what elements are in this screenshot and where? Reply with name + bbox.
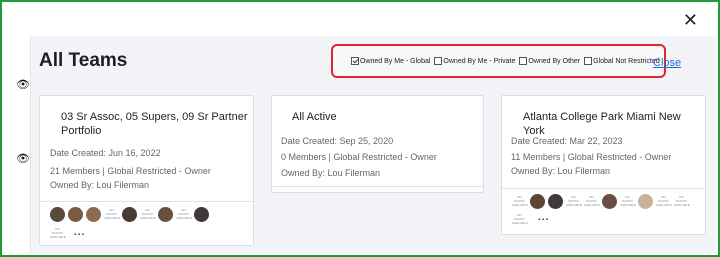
date-created: Date Created: Sep 25, 2020 (281, 136, 394, 146)
eye-icon[interactable]: 👁 (16, 78, 30, 91)
team-title: 03 Sr Assoc, 05 Supers, 09 Sr Partner Po… (61, 111, 248, 137)
date-created: Date Created: Mar 22, 2023 (511, 136, 623, 146)
avatar-placeholder[interactable]: NO PHOTO AVAILABLE (104, 207, 120, 222)
avatar-placeholder[interactable]: NO PHOTO AVAILABLE (584, 194, 600, 209)
owned-by: Owned By: Lou Filerman (281, 168, 381, 178)
checkbox[interactable] (351, 57, 359, 65)
team-card[interactable]: 03 Sr Assoc, 05 Supers, 09 Sr Partner Po… (39, 95, 254, 246)
filter-owned-by-me-global[interactable]: Owned By Me - Global (351, 57, 430, 65)
team-card[interactable]: Atlanta College Park Miami New York Date… (501, 95, 706, 235)
eye-icon[interactable]: 👁 (16, 152, 30, 165)
team-card[interactable]: All Active Date Created: Sep 25, 2020 0 … (271, 95, 484, 193)
filter-label: Global Not Restricted (593, 57, 660, 65)
avatar-placeholder[interactable]: NO PHOTO AVAILABLE (512, 212, 528, 227)
members-info: 11 Members | Global Restricted - Owner (511, 152, 672, 162)
avatar-placeholder[interactable]: NO PHOTO AVAILABLE (176, 207, 192, 222)
avatar[interactable] (122, 207, 137, 222)
filter-label: Owned By Me - Global (360, 57, 431, 65)
filter-group: Owned By Me - Global Owned By Me - Priva… (331, 44, 666, 78)
member-avatars: NO PHOTO AVAILABLE NO PHOTO AVAILABLE NO… (50, 207, 209, 222)
checkbox[interactable] (434, 57, 443, 65)
avatar-placeholder[interactable]: NO PHOTO AVAILABLE (140, 207, 156, 222)
avatar[interactable] (548, 194, 563, 209)
filter-owned-by-other[interactable]: Owned By Other (519, 57, 580, 65)
close-link[interactable]: Close (653, 57, 681, 69)
side-panel: 👁 👁 (2, 36, 30, 251)
avatar-placeholder[interactable]: NO PHOTO AVAILABLE (50, 226, 66, 241)
checkbox[interactable] (519, 57, 528, 65)
owned-by: Owned By: Lou Filerman (50, 180, 150, 190)
avatar[interactable] (158, 207, 173, 222)
teams-panel: All Teams Owned By Me - Global Owned By … (30, 36, 716, 253)
members-info: 21 Members | Global Restricted - Owner (50, 166, 211, 176)
avatar[interactable] (86, 207, 101, 222)
avatar[interactable] (530, 194, 545, 209)
filter-global-not-restricted[interactable]: Global Not Restricted (584, 57, 660, 65)
avatar-placeholder[interactable]: NO PHOTO AVAILABLE (656, 194, 672, 209)
member-avatars: NO PHOTO AVAILABLE NO PHOTO AVAILABLE NO… (512, 194, 690, 209)
card-divider (40, 201, 253, 202)
card-divider (272, 186, 483, 187)
more-members-icon[interactable]: ... (538, 212, 549, 223)
avatar-placeholder[interactable]: NO PHOTO AVAILABLE (566, 194, 582, 209)
filter-label: Owned By Me - Private (443, 57, 516, 65)
owned-by: Owned By: Lou Filerman (511, 166, 611, 176)
avatar[interactable] (194, 207, 209, 222)
close-icon[interactable]: ✕ (683, 10, 698, 31)
avatar[interactable] (638, 194, 653, 209)
page-title: All Teams (39, 50, 128, 71)
filter-owned-by-me-private[interactable]: Owned By Me - Private (434, 57, 515, 65)
team-title: All Active (292, 111, 337, 123)
checkbox[interactable] (584, 57, 593, 65)
card-divider (502, 188, 705, 189)
avatar-placeholder[interactable]: NO PHOTO AVAILABLE (512, 194, 528, 209)
filter-label: Owned By Other (528, 57, 581, 65)
avatar-placeholder[interactable]: NO PHOTO AVAILABLE (674, 194, 690, 209)
members-info: 0 Members | Global Restricted - Owner (281, 152, 437, 162)
team-title: Atlanta College Park Miami New York (523, 111, 681, 137)
avatar[interactable] (50, 207, 65, 222)
avatar-placeholder[interactable]: NO PHOTO AVAILABLE (620, 194, 636, 209)
avatar[interactable] (68, 207, 83, 222)
avatar[interactable] (602, 194, 617, 209)
date-created: Date Created: Jun 16, 2022 (50, 148, 161, 158)
more-members-icon[interactable]: ... (74, 227, 85, 238)
